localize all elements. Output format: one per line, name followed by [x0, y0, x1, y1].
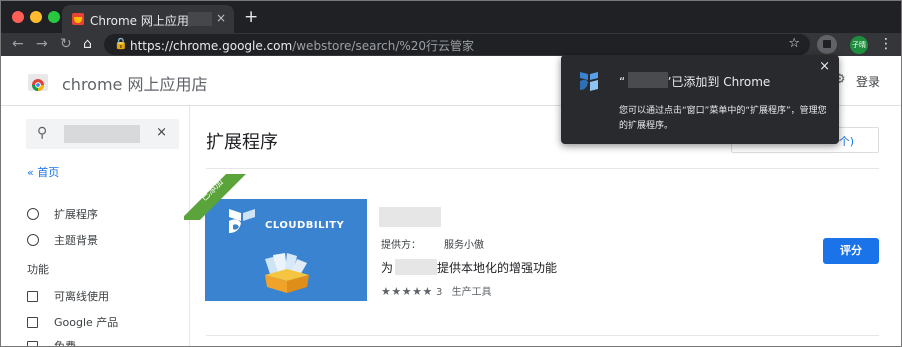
url-text: https://chrome.google.com/webstore/searc…	[130, 39, 475, 53]
rating-stars: ★★★★★	[381, 285, 433, 298]
filter-extensions[interactable]: 扩展程序	[27, 206, 98, 222]
feature-label: 可离线使用	[54, 290, 109, 303]
tab-close-icon[interactable]: ×	[216, 11, 226, 25]
provider-name[interactable]: 服务小傲	[444, 236, 484, 251]
divider	[206, 335, 879, 336]
reload-icon[interactable]: ↻	[60, 36, 72, 52]
avatar[interactable]: 子晴	[850, 36, 868, 54]
checkbox-icon	[27, 317, 38, 328]
feature-label: 免费	[54, 340, 76, 347]
radio-icon	[27, 208, 39, 220]
browser-tab-webstore[interactable]: Chrome 网上应用店 - ×	[62, 5, 234, 33]
page-title: 扩展程序	[206, 132, 278, 153]
search-input[interactable]	[64, 125, 140, 143]
sort-label: 个)	[838, 135, 854, 148]
divider	[206, 168, 879, 169]
chrome-store-icon	[28, 74, 48, 91]
clear-search-icon[interactable]: ×	[156, 125, 167, 140]
thumbnail-brand: CLOUDBILITY	[265, 220, 345, 231]
home-icon[interactable]: ⌂	[83, 36, 92, 52]
new-tab-button[interactable]: +	[244, 7, 258, 27]
redacted-text	[395, 259, 437, 275]
feature-google[interactable]: Google 产品	[27, 314, 118, 330]
forward-icon[interactable]: →	[36, 36, 48, 52]
browser-toolbar: ← → ↻ ⌂ 🔒 https://chrome.google.com/webs…	[0, 33, 902, 56]
item-name-redacted[interactable]	[379, 207, 441, 227]
cloudbility-icon	[580, 72, 598, 91]
sign-in-link[interactable]: 登录	[856, 73, 880, 90]
checkbox-icon	[27, 291, 38, 302]
close-icon[interactable]: ×	[819, 59, 830, 74]
description-prefix: 为	[381, 261, 394, 275]
lock-icon: 🔒	[114, 37, 128, 50]
filter-label: 主题背景	[54, 234, 98, 247]
minimize-window-button[interactable]	[30, 11, 42, 23]
menu-icon[interactable]: ⋮	[879, 36, 893, 52]
rating-row: ★★★★★ 3 生产工具	[381, 283, 492, 298]
chrome-store-icon	[72, 13, 84, 25]
item-category[interactable]: 生产工具	[452, 287, 492, 298]
back-icon[interactable]: ←	[12, 36, 24, 52]
extension-added-popup: “”已添加到 Chrome × 您可以通过点击“窗口”菜单中的“扩展程序”，管理…	[561, 55, 839, 144]
radio-icon	[27, 234, 39, 246]
address-bar[interactable]: 🔒 https://chrome.google.com/webstore/sea…	[104, 34, 810, 55]
search-box: ⚲ ×	[26, 119, 179, 149]
box-icon	[265, 253, 309, 293]
sidebar: ⚲ × « 首页 扩展程序 主题背景 功能 可离线使用 Google 产品 免费	[0, 106, 190, 347]
extension-icon[interactable]	[817, 35, 837, 54]
rating-count: 3	[436, 287, 443, 298]
features-heading: 功能	[27, 263, 49, 276]
store-title[interactable]: chrome 网上应用店	[62, 71, 207, 95]
tab-bar: Chrome 网上应用店 - × +	[0, 0, 902, 33]
checkbox-icon	[27, 341, 38, 347]
provider-label: 提供方：	[381, 240, 421, 251]
close-window-button[interactable]	[12, 11, 24, 23]
redacted-text	[628, 72, 668, 88]
star-icon[interactable]: ☆	[788, 36, 800, 51]
home-link[interactable]: « 首页	[27, 164, 59, 180]
filter-themes[interactable]: 主题背景	[27, 232, 98, 248]
item-description: 提供本地化的增强功能	[437, 261, 558, 275]
rate-button[interactable]: 评分	[823, 238, 879, 264]
feature-free[interactable]: 免费	[27, 338, 76, 347]
search-icon: ⚲	[37, 125, 48, 141]
popup-message: 您可以通过点击“窗口”菜单中的“扩展程序”，管理您的扩展程序。	[619, 106, 827, 131]
feature-label: Google 产品	[54, 316, 119, 329]
zoom-window-button[interactable]	[48, 11, 60, 23]
feature-offline[interactable]: 可离线使用	[27, 288, 109, 304]
redacted-text	[188, 12, 212, 26]
installed-badge: 已添加	[184, 174, 250, 220]
filter-label: 扩展程序	[54, 208, 98, 221]
